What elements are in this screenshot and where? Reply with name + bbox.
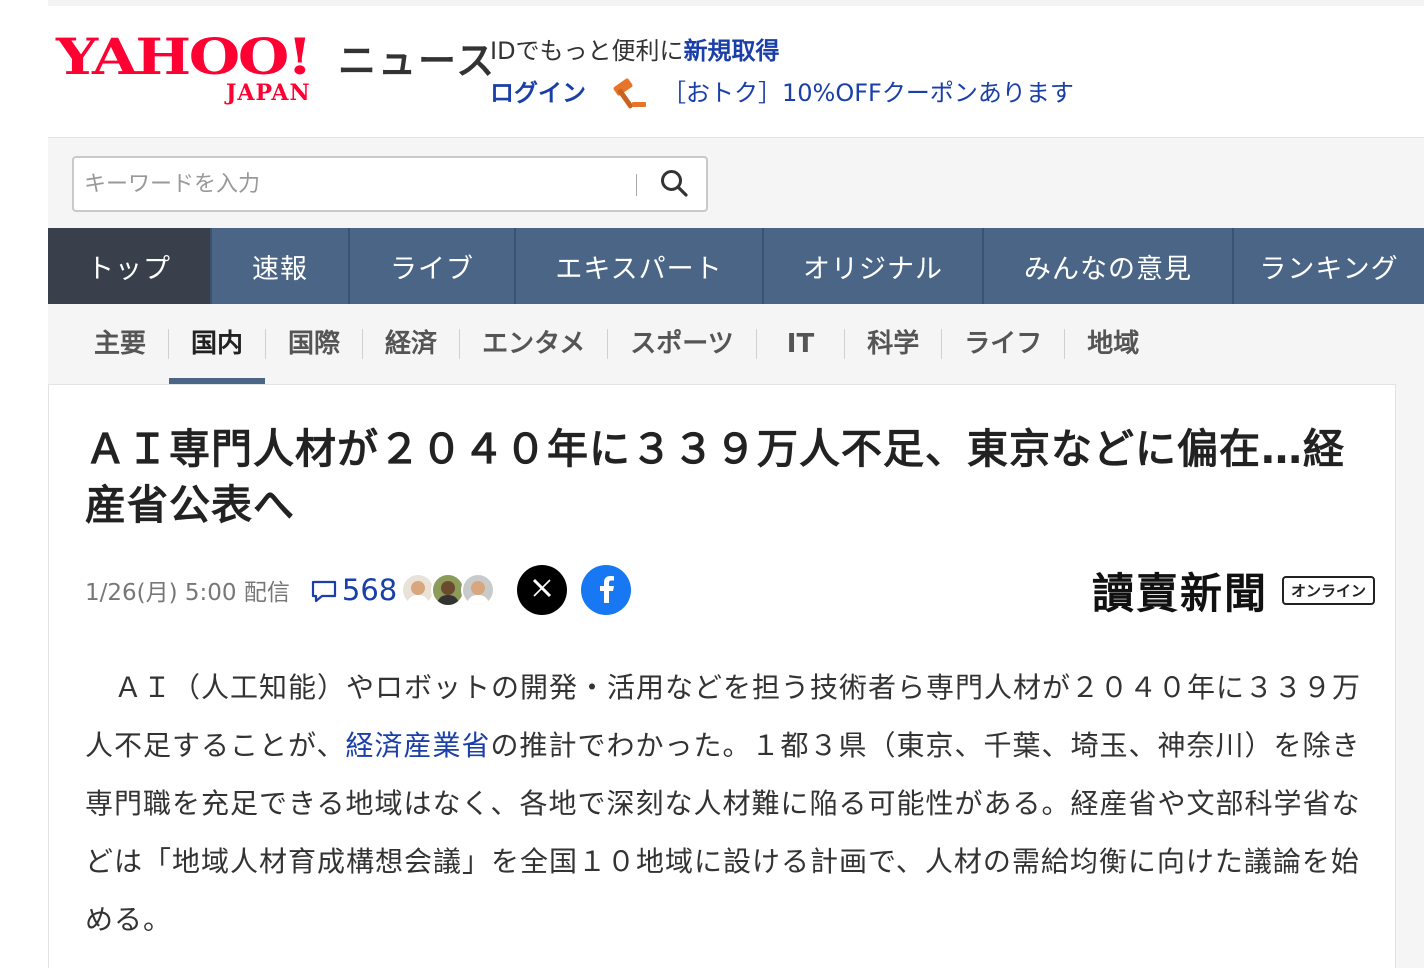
sub-nav-band: 主要 国内 国際 経済 エンタメ スポーツ IT 科学 ライフ 地域 bbox=[48, 304, 1424, 384]
search-divider bbox=[636, 174, 637, 196]
main-nav-breaking[interactable]: 速報 bbox=[212, 228, 350, 304]
id-prompt-text: IDでもっと便利に bbox=[490, 37, 684, 65]
publisher[interactable]: 讀賣新聞 オンライン bbox=[1092, 565, 1375, 618]
main-nav-ranking[interactable]: ランキング bbox=[1234, 228, 1424, 304]
comment-count: 568 bbox=[341, 573, 398, 607]
id-promo: IDでもっと便利に新規取得 bbox=[490, 39, 780, 63]
comments-link[interactable]: 568 bbox=[310, 573, 397, 607]
x-logo-icon bbox=[531, 577, 553, 603]
right-rail bbox=[1396, 384, 1424, 968]
article-body: ＡＩ（人工知能）やロボットの開発・活用などを担う技術者ら専門人材が２０４０年に３… bbox=[85, 659, 1375, 949]
site-header: YAHOO! JAPAN ニュース IDでもっと便利に新規取得 ログイン ［おト… bbox=[48, 6, 1424, 138]
left-gutter bbox=[0, 0, 48, 968]
avatar bbox=[461, 573, 496, 607]
avatar bbox=[431, 573, 466, 607]
search-box bbox=[72, 156, 708, 212]
main-nav-original[interactable]: オリジナル bbox=[764, 228, 984, 304]
commenter-avatars[interactable] bbox=[401, 573, 496, 607]
login-line: ログイン ［おトク］10%OFFクーポンあります bbox=[490, 76, 1074, 110]
ministry-link[interactable]: 経済産業省 bbox=[345, 729, 490, 762]
yahoo-japan-logo[interactable]: YAHOO! JAPAN bbox=[56, 32, 336, 110]
register-link[interactable]: 新規取得 bbox=[684, 37, 780, 65]
login-link[interactable]: ログイン bbox=[490, 81, 586, 105]
sub-nav-international[interactable]: 国際 bbox=[266, 304, 362, 384]
sub-nav: 主要 国内 国際 経済 エンタメ スポーツ IT 科学 ライフ 地域 bbox=[72, 304, 1161, 384]
search-band bbox=[48, 138, 1424, 228]
search-icon bbox=[659, 169, 689, 201]
auction-hammer-icon bbox=[610, 76, 648, 110]
search-input[interactable] bbox=[84, 166, 624, 202]
main-nav-top[interactable]: トップ bbox=[48, 228, 212, 304]
section-name[interactable]: ニュース bbox=[338, 42, 496, 80]
sub-nav-life[interactable]: ライフ bbox=[942, 304, 1064, 384]
main-nav-opinions[interactable]: みんなの意見 bbox=[984, 228, 1234, 304]
share-x-button[interactable] bbox=[517, 565, 568, 615]
main-nav-expert[interactable]: エキスパート bbox=[516, 228, 764, 304]
sub-nav-economy[interactable]: 経済 bbox=[363, 304, 459, 384]
sub-nav-sports[interactable]: スポーツ bbox=[608, 304, 755, 384]
sub-nav-main[interactable]: 主要 bbox=[72, 304, 168, 384]
article-headline: ＡＩ専門人材が２０４０年に３３９万人不足、東京などに偏在…経産省公表へ bbox=[85, 425, 1345, 529]
sub-nav-it[interactable]: IT bbox=[757, 304, 844, 384]
publisher-logo: 讀賣新聞 bbox=[1091, 568, 1268, 618]
main-nav-live[interactable]: ライブ bbox=[350, 228, 516, 304]
publisher-badge: オンライン bbox=[1281, 575, 1375, 605]
facebook-logo-icon bbox=[593, 573, 619, 607]
logo-subtitle: JAPAN bbox=[226, 80, 311, 106]
share-facebook-button[interactable] bbox=[581, 565, 632, 615]
article: ＡＩ専門人材が２０４０年に３３９万人不足、東京などに偏在…経産省公表へ 1/26… bbox=[48, 384, 1396, 968]
comment-icon bbox=[310, 577, 338, 603]
page: YAHOO! JAPAN ニュース IDでもっと便利に新規取得 ログイン ［おト… bbox=[0, 0, 1424, 968]
sub-nav-local[interactable]: 地域 bbox=[1065, 304, 1161, 384]
avatar bbox=[401, 573, 436, 607]
sub-nav-science[interactable]: 科学 bbox=[845, 304, 941, 384]
publish-date: 1/26(月) 5:00 配信 bbox=[85, 580, 290, 606]
main-nav: トップ 速報 ライブ エキスパート オリジナル みんなの意見 ランキング bbox=[48, 228, 1424, 304]
search-button[interactable] bbox=[648, 164, 700, 204]
sub-nav-entertainment[interactable]: エンタメ bbox=[460, 304, 607, 384]
coupon-link[interactable]: ［おトク］10%OFFクーポンあります bbox=[662, 81, 1074, 105]
article-meta: 1/26(月) 5:00 配信 568 讀賣新聞 オンライン bbox=[85, 565, 1375, 618]
logo-wordmark: YAHOO! bbox=[56, 27, 313, 86]
sub-nav-domestic[interactable]: 国内 bbox=[169, 304, 266, 384]
